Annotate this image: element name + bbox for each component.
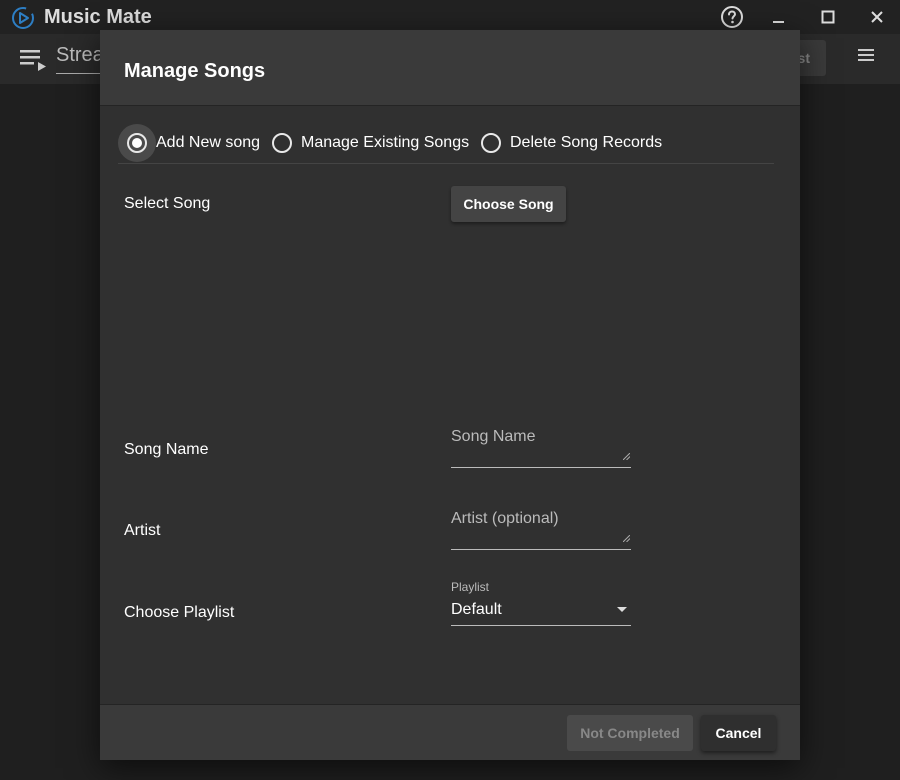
artist-label: Artist xyxy=(124,522,161,539)
radio-label: Add New song xyxy=(156,134,261,151)
radio-delete-song-records[interactable]: Delete Song Records xyxy=(472,124,662,162)
window-titlebar: Music Mate xyxy=(0,0,900,34)
song-name-placeholder: Song Name xyxy=(451,428,536,445)
dialog-footer: Not Completed Cancel xyxy=(100,704,800,760)
manage-songs-dialog: Manage Songs Add New song Manage Existin… xyxy=(100,30,800,760)
maximize-icon[interactable] xyxy=(815,4,841,30)
dropdown-arrow-icon xyxy=(617,607,627,612)
resize-grip-icon[interactable] xyxy=(622,447,631,465)
radio-label: Delete Song Records xyxy=(510,134,663,151)
not-completed-button[interactable]: Not Completed xyxy=(567,715,693,751)
app-title: Music Mate xyxy=(44,6,152,28)
minimize-icon[interactable] xyxy=(766,4,792,30)
hamburger-menu-icon[interactable] xyxy=(858,48,874,67)
artist-placeholder: Artist (optional) xyxy=(451,510,559,527)
playlist-select[interactable]: Default xyxy=(451,598,631,626)
playlist-selected-value: Default xyxy=(451,601,502,618)
cancel-button[interactable]: Cancel xyxy=(701,715,776,751)
radio-button-selected[interactable] xyxy=(118,124,156,162)
close-icon[interactable] xyxy=(864,4,890,30)
music-play-logo-icon xyxy=(10,5,36,31)
dialog-header: Manage Songs xyxy=(100,30,800,106)
mode-radio-group: Add New song Manage Existing Songs Delet… xyxy=(118,124,774,164)
help-circle-icon[interactable] xyxy=(719,4,745,30)
radio-label: Manage Existing Songs xyxy=(301,134,470,151)
song-name-label: Song Name xyxy=(124,441,209,458)
playlist-queue-icon[interactable] xyxy=(20,48,48,77)
choose-song-button[interactable]: Choose Song xyxy=(451,186,566,222)
radio-add-new-song[interactable]: Add New song xyxy=(118,124,260,162)
radio-button[interactable] xyxy=(263,124,301,162)
radio-button[interactable] xyxy=(472,124,510,162)
dialog-title: Manage Songs xyxy=(124,60,266,82)
choose-playlist-label: Choose Playlist xyxy=(124,604,235,621)
playlist-field-label: Playlist xyxy=(451,580,490,594)
radio-manage-existing-songs[interactable]: Manage Existing Songs xyxy=(263,124,469,162)
resize-grip-icon[interactable] xyxy=(622,529,631,547)
select-song-label: Select Song xyxy=(124,195,211,212)
song-name-field[interactable]: Song Name xyxy=(451,428,631,468)
artist-field[interactable]: Artist (optional) xyxy=(451,510,631,550)
